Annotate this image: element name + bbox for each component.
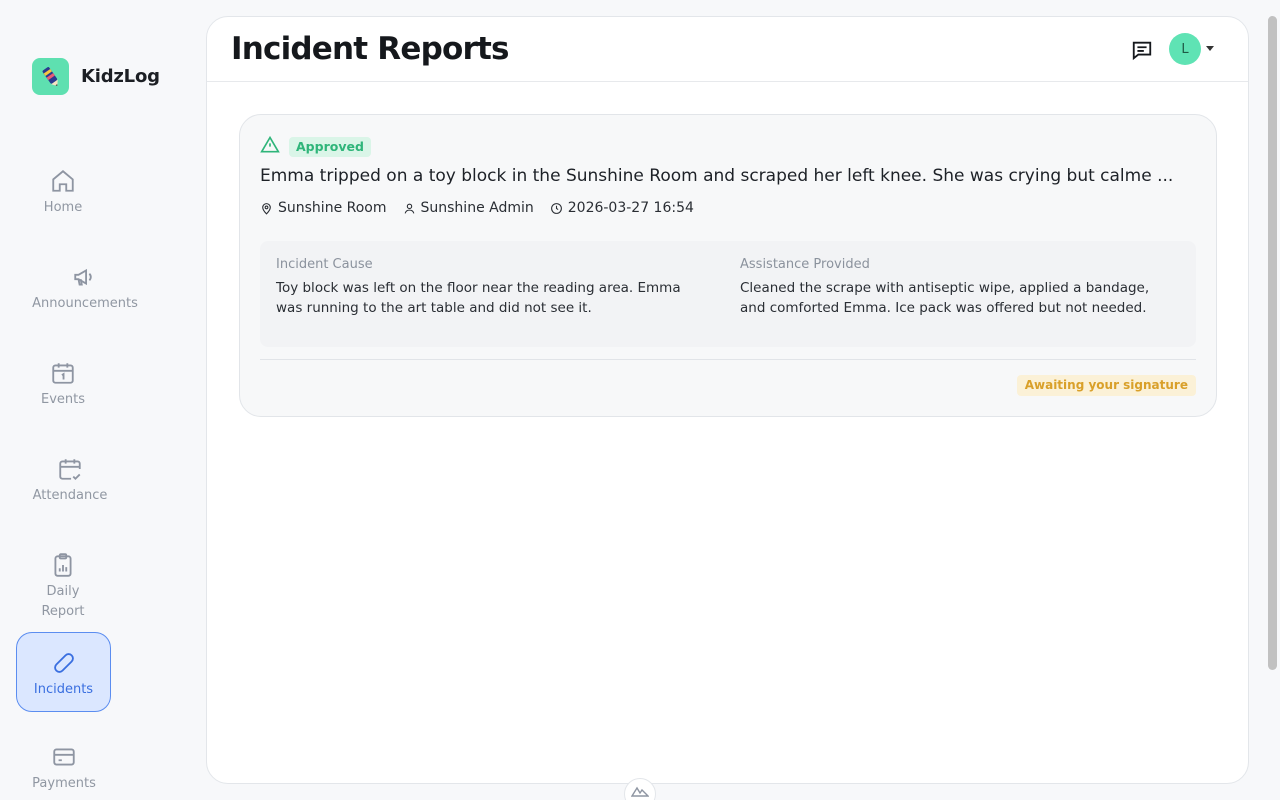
- sidebar-item-label: Home: [43, 200, 83, 215]
- sidebar-item-announcements[interactable]: Announcements: [28, 264, 142, 314]
- megaphone-icon: [74, 268, 92, 286]
- sidebar-item-payments[interactable]: Payments: [30, 744, 98, 794]
- location-pin-icon: [262, 202, 271, 215]
- sidebar-item-label: Events: [40, 392, 85, 407]
- incident-meta: Sunshine Room Sunshine Admin 2026-03-27 …: [260, 200, 694, 216]
- sidebar-item-label: Attendance: [32, 488, 108, 503]
- incident-datetime: 2026-03-27 16:54: [550, 200, 694, 216]
- sidebar-item-attendance[interactable]: Attendance: [28, 456, 112, 506]
- messages-button[interactable]: [1131, 39, 1153, 61]
- status-badge: Approved: [289, 137, 371, 157]
- pencil-logo-icon: [42, 66, 58, 86]
- credit-card-icon: [53, 748, 75, 766]
- calendar-check-icon: [59, 459, 81, 481]
- sidebar: KidzLog Home Announcements Events Attend…: [0, 0, 206, 800]
- sidebar-item-home[interactable]: Home: [40, 168, 86, 218]
- calendar-icon: [52, 363, 74, 384]
- signature-status-badge[interactable]: Awaiting your signature: [1016, 375, 1196, 396]
- divider: [260, 359, 1196, 360]
- home-icon: [52, 170, 74, 192]
- incident-card-header: Approved: [260, 135, 371, 159]
- sidebar-item-daily-report[interactable]: Daily Report: [36, 552, 90, 622]
- assistance-provided-label: Assistance Provided: [740, 257, 870, 272]
- incident-cause-label: Incident Cause: [276, 257, 373, 272]
- sidebar-item-label: Payments: [32, 776, 96, 791]
- clipboard-chart-icon: [54, 553, 72, 577]
- scrollbar[interactable]: [1268, 16, 1277, 670]
- incident-location: Sunshine Room: [260, 200, 387, 216]
- sidebar-item-label: Daily Report: [41, 584, 85, 619]
- page-header: Incident Reports L: [207, 17, 1248, 82]
- sidebar-item-events[interactable]: Events: [38, 360, 88, 410]
- brand-name: KidzLog: [81, 66, 160, 87]
- incident-summary: Emma tripped on a toy block in the Sunsh…: [260, 166, 1174, 186]
- assistance-provided-text: Cleaned the scrape with antiseptic wipe,…: [740, 280, 1150, 316]
- sidebar-item-label: Incidents: [33, 682, 94, 697]
- sidebar-item-incidents[interactable]: Incidents: [16, 632, 111, 712]
- chat-icon: [1132, 41, 1152, 61]
- assistance-provided: Assistance Provided Cleaned the scrape w…: [740, 257, 1170, 318]
- bandage-icon: [53, 653, 74, 673]
- incident-cause: Incident Cause Toy block was left on the…: [276, 257, 706, 318]
- incident-datetime-text: 2026-03-27 16:54: [567, 200, 694, 216]
- clock-icon: [550, 202, 562, 214]
- incident-reporter: Sunshine Admin: [403, 200, 534, 216]
- sidebar-item-label: Announcements: [32, 296, 138, 311]
- chevron-down-icon[interactable]: [1206, 46, 1214, 51]
- incident-card[interactable]: Approved Emma tripped on a toy block in …: [239, 114, 1217, 417]
- mountain-logo-icon: [631, 786, 649, 797]
- warning-icon: [260, 135, 280, 159]
- incident-details: Incident Cause Toy block was left on the…: [260, 241, 1196, 347]
- main-panel: Incident Reports L Approved Emma tripped…: [206, 16, 1249, 784]
- brand-logo: [32, 58, 69, 95]
- incident-location-text: Sunshine Room: [278, 200, 387, 216]
- incident-cause-text: Toy block was left on the floor near the…: [276, 280, 681, 316]
- user-icon: [404, 203, 414, 214]
- avatar[interactable]: L: [1169, 33, 1201, 65]
- incident-reporter-text: Sunshine Admin: [420, 200, 534, 216]
- page-title: Incident Reports: [231, 31, 509, 67]
- brand[interactable]: KidzLog: [32, 58, 160, 95]
